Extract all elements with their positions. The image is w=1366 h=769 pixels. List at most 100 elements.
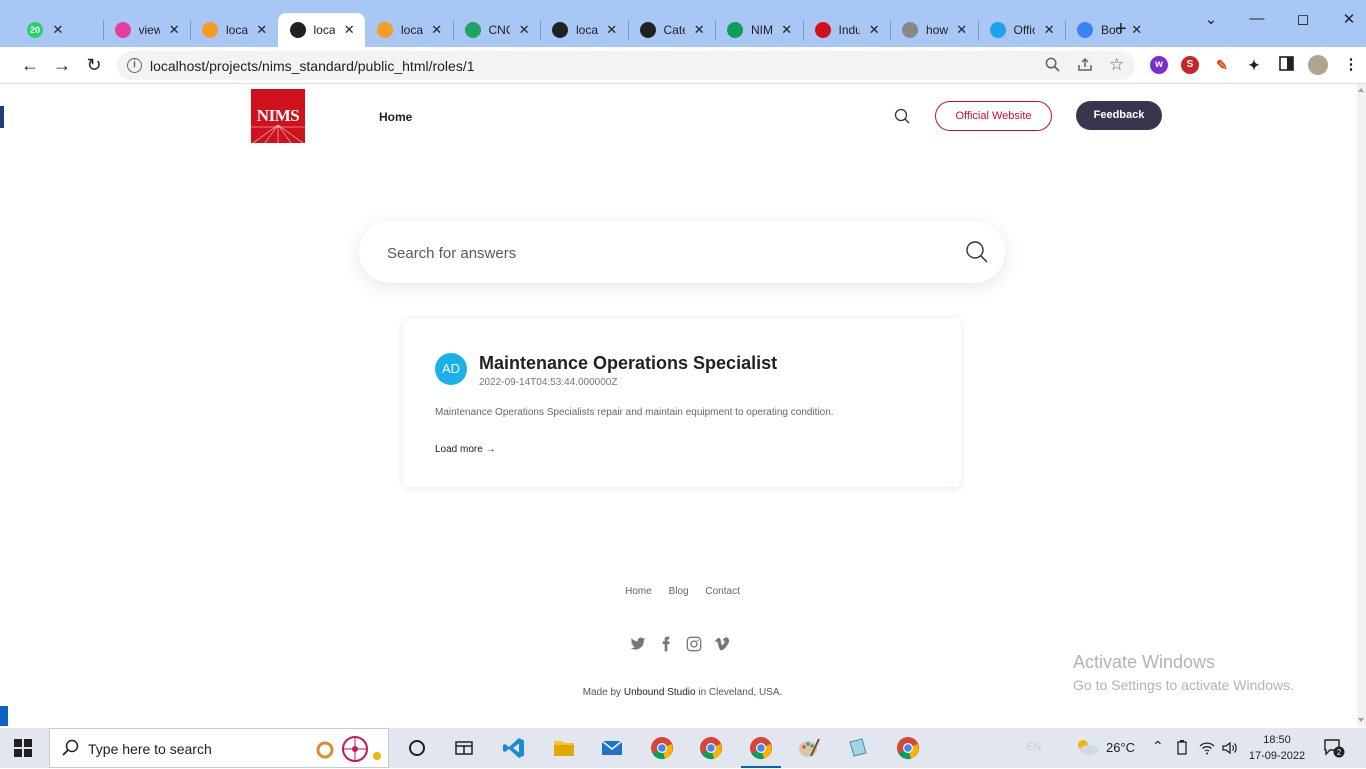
close-window-button[interactable]: ✕ [1339, 10, 1359, 28]
paint-icon[interactable] [797, 736, 821, 760]
chrome-icon[interactable] [650, 736, 674, 760]
reload-button[interactable]: ↻ [84, 55, 104, 75]
file-explorer-icon[interactable] [552, 736, 576, 760]
tab-close-icon[interactable]: ✕ [343, 22, 355, 38]
studio-link[interactable]: Unbound Studio [624, 687, 696, 698]
tab-close-icon[interactable]: ✕ [256, 22, 268, 38]
new-tab-button[interactable]: + [1115, 18, 1127, 41]
windows-start-icon[interactable] [14, 739, 32, 762]
header-search-icon[interactable] [894, 108, 910, 129]
tab-close-icon[interactable]: ✕ [1131, 22, 1143, 38]
web-page: NIMS Home Official Website Feedback AD M… [8, 84, 1357, 726]
tab-close-icon[interactable]: ✕ [1043, 22, 1055, 38]
forward-button[interactable]: → [52, 55, 72, 75]
tab-close-icon[interactable]: ✕ [51, 22, 65, 38]
browser-tab-0[interactable]: 20 ✕ [15, 13, 103, 47]
maximize-button[interactable]: ◻ [1293, 10, 1313, 28]
vimeo-icon[interactable] [714, 636, 730, 652]
widgets-icon[interactable] [452, 736, 476, 760]
address-bar[interactable]: i localhost/projects/nims_standard/publi… [117, 51, 1135, 80]
profile-avatar[interactable] [1308, 55, 1328, 75]
taskbar-search-box[interactable]: Type here to search [49, 728, 389, 768]
minimize-button[interactable]: — [1247, 10, 1267, 27]
browser-tab-11[interactable]: Offic ✕ [978, 13, 1066, 47]
back-button[interactable]: ← [20, 55, 40, 75]
notepad-icon[interactable] [846, 736, 870, 760]
nims-logo[interactable]: NIMS [251, 89, 305, 143]
tab-close-icon[interactable]: ✕ [518, 22, 530, 38]
chrome-profile-4-icon[interactable] [896, 736, 920, 760]
tab-title: how [926, 23, 948, 37]
chrome-profile-2-icon[interactable] [699, 736, 723, 760]
page-scrollbar[interactable] [1357, 84, 1366, 726]
browser-tab-1[interactable]: view ✕ [103, 13, 191, 47]
tab-separator [802, 20, 804, 40]
tab-close-icon[interactable]: ✕ [868, 22, 880, 38]
scroll-down-arrow-icon[interactable] [1358, 718, 1364, 722]
temperature-text[interactable]: 26°C [1106, 740, 1135, 755]
url-text[interactable]: localhost/projects/nims_standard/public_… [150, 58, 475, 74]
facebook-icon[interactable] [658, 636, 674, 652]
tab-close-icon[interactable]: ✕ [168, 22, 180, 38]
vscode-icon[interactable] [502, 736, 526, 760]
side-panel-icon[interactable] [1277, 56, 1295, 74]
tab-title: local [226, 23, 248, 37]
tab-close-icon[interactable]: ✕ [693, 22, 705, 38]
extension-pen-icon[interactable]: ✎ [1213, 56, 1231, 74]
official-website-button[interactable]: Official Website [935, 101, 1052, 131]
zoom-icon[interactable] [1045, 57, 1060, 76]
tab-separator [890, 20, 891, 40]
role-title[interactable]: Maintenance Operations Specialist [479, 353, 777, 374]
browser-tab-10[interactable]: how ✕ [890, 13, 978, 47]
wifi-icon[interactable] [1199, 740, 1215, 759]
task-view-icon[interactable] [405, 736, 429, 760]
share-icon[interactable] [1077, 57, 1093, 76]
extension-w-icon[interactable]: w [1150, 56, 1168, 74]
load-more-link[interactable]: Load more → [435, 444, 496, 455]
browser-tab-9[interactable]: Indu ✕ [803, 13, 891, 47]
scroll-up-arrow-icon[interactable] [1358, 88, 1364, 92]
system-clock[interactable]: 18:50 17-09-2022 [1247, 732, 1307, 764]
answer-search-input[interactable] [387, 241, 947, 265]
browser-tab-5[interactable]: CNC ✕ [453, 13, 541, 47]
gitlab-icon [114, 22, 131, 38]
footer-link-home[interactable]: Home [625, 586, 652, 597]
tab-close-icon[interactable]: ✕ [606, 22, 618, 38]
extension-s-icon[interactable]: S [1181, 56, 1199, 74]
search-icon[interactable] [965, 240, 989, 269]
tab-title: NIM [751, 23, 773, 37]
browser-menu-icon[interactable]: ⋮ [1342, 56, 1360, 74]
browser-tab-2[interactable]: local ✕ [190, 13, 278, 47]
extensions-puzzle-icon[interactable]: ✦ [1245, 56, 1263, 74]
browser-tab-6[interactable]: local ✕ [540, 13, 628, 47]
tab-close-icon[interactable]: ✕ [956, 22, 968, 38]
browser-tab-7[interactable]: Cate ✕ [628, 13, 716, 47]
browser-tab-12[interactable]: Boot✕ [1065, 13, 1153, 47]
feedback-button[interactable]: Feedback [1076, 101, 1162, 130]
battery-icon[interactable] [1175, 740, 1189, 759]
chrome-profile-3-icon[interactable] [741, 736, 781, 768]
instagram-icon[interactable] [686, 636, 702, 652]
made-by-suffix: in Cleveland, USA. [698, 687, 783, 698]
weather-icon[interactable] [1074, 737, 1100, 760]
mail-icon[interactable] [600, 736, 624, 760]
volume-icon[interactable] [1221, 740, 1239, 759]
nav-home-link[interactable]: Home [379, 110, 412, 124]
show-hidden-icons-chevron-icon[interactable]: ⌃ [1152, 738, 1164, 755]
footer-link-contact[interactable]: Contact [705, 586, 739, 597]
browser-tab-8[interactable]: NIM ✕ [715, 13, 803, 47]
tab-close-icon[interactable]: ✕ [431, 22, 443, 38]
footer-link-blog[interactable]: Blog [669, 586, 689, 597]
tab-search-chevron-icon[interactable]: ⌄ [1201, 10, 1221, 28]
site-info-icon[interactable]: i [127, 58, 142, 73]
globe-icon [289, 22, 306, 38]
browser-tab-3[interactable]: local ✕ [277, 13, 365, 47]
tab-close-icon[interactable]: ✕ [781, 22, 793, 38]
twitter-icon[interactable] [630, 636, 646, 652]
bookmark-star-icon[interactable]: ☆ [1109, 55, 1124, 75]
tab-title: local [576, 23, 598, 37]
tab-separator [102, 20, 104, 40]
browser-tab-4[interactable]: local ✕ [365, 13, 453, 47]
notification-center-icon[interactable]: 2 [1323, 738, 1345, 761]
language-indicator[interactable]: EN [1026, 741, 1041, 753]
